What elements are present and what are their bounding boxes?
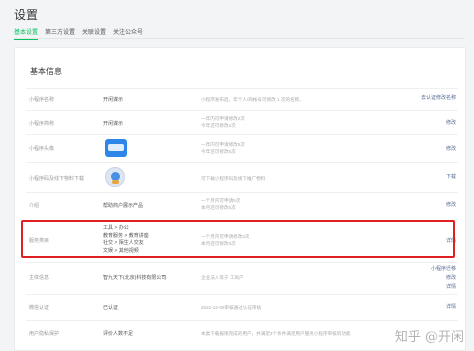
miniprogram-code-image: [105, 167, 125, 187]
row-desc-line: 今年还可修改5次: [201, 149, 236, 154]
row-value: 帮助商户展示产品: [103, 203, 144, 209]
category-highlight-box: [21, 220, 455, 258]
row-desc: 可下载小程序码及线下推广物料: [201, 176, 266, 181]
page-title: 设置: [14, 8, 39, 22]
row-wechat-verify: 微信认证 已认证 2021-12-08审核通过认证审核 详情: [26, 294, 458, 318]
modify-link[interactable]: 修改: [446, 119, 456, 128]
row-label: 小程序码及线下物料下载: [29, 176, 85, 182]
row-desc: 本类下载报限完成的用户，并满足3个条件满足用户服务小程序审核的功能: [201, 331, 351, 336]
download-link[interactable]: 下载: [446, 173, 456, 182]
row-desc-line: 一年内可申请修改5次: [201, 142, 245, 147]
row-qrcode: 小程序码及线下物料下载 可下载小程序码及线下推广物料 下载: [26, 162, 458, 190]
row-privacy: 用户隐私保护 评价人数不足 本类下载报限完成的用户，并满足3个条件满足用户服务小…: [26, 320, 458, 350]
row-desc-line: 今年还可修改2次: [201, 123, 236, 128]
row-label: 小程序名称: [29, 97, 55, 103]
watermark-text: 知乎 @开闲: [394, 330, 464, 345]
row-label: 介绍: [29, 203, 40, 209]
row-label: 主体信息: [29, 275, 50, 281]
row-value: 开闲谋示: [103, 121, 124, 127]
row-desc-line: 一个月内可申请5次: [201, 198, 241, 203]
basic-info-card: 基本信息 小程序名称 开闲谋示 小程序发布后，年个人/商帐号可修改 1 次的名称…: [14, 47, 466, 351]
details-link[interactable]: 详情: [431, 283, 456, 292]
row-value: 开闲谋示: [103, 97, 124, 103]
row-desc: 2021-12-08审核通过认证审核: [201, 305, 262, 310]
row-label: 微信认证: [29, 305, 50, 311]
row-subject: 主体信息 智九天下(北京)科技有限公司 企业法人等于 工商户 小程序迁移 修改 …: [26, 262, 458, 292]
row-value: 评价人数不足: [103, 331, 134, 337]
row-name: 小程序名称 开闲谋示 小程序发布后，年个人/商帐号可修改 1 次的名称。 去认证…: [26, 88, 458, 108]
details-link[interactable]: 详情: [446, 303, 456, 312]
modify-link[interactable]: 修改: [431, 274, 456, 283]
modify-link[interactable]: 修改: [446, 145, 456, 154]
row-value: 智九天下(北京)科技有限公司: [103, 275, 167, 281]
modify-link[interactable]: 修改: [446, 201, 456, 210]
avatar-image: [105, 139, 127, 157]
watermark: 知乎 @开闲: [395, 326, 464, 345]
tabs-divider: [14, 38, 464, 39]
migrate-miniprogram-link[interactable]: 小程序迁移: [431, 265, 456, 274]
row-desc: 小程序发布后，年个人/商帐号可修改 1 次的名称。: [201, 97, 304, 102]
row-desc-line: 一年内可申请修改2次: [201, 116, 245, 121]
row-label: 用户隐私保护: [29, 331, 60, 337]
row-label: 小程序头像: [29, 146, 55, 152]
row-desc-line: 本月还可修改5次: [201, 205, 236, 210]
section-title: 基本信息: [30, 67, 62, 76]
row-desc: 企业法人等于 工商户: [201, 275, 244, 280]
row-label: 小程序简称: [29, 121, 55, 127]
row-short-name: 小程序简称 开闲谋示 一年内可申请修改2次 今年还可修改2次 修改: [26, 110, 458, 134]
row-intro: 介绍 帮助商户展示产品 一个月内可申请5次 本月还可修改5次 修改: [26, 192, 458, 216]
row-avatar: 小程序头像 一年内可申请修改5次 今年还可修改5次 修改: [26, 134, 458, 160]
change-name-link[interactable]: 去认证修改名称: [421, 94, 456, 103]
row-value: 已认证: [103, 305, 119, 311]
